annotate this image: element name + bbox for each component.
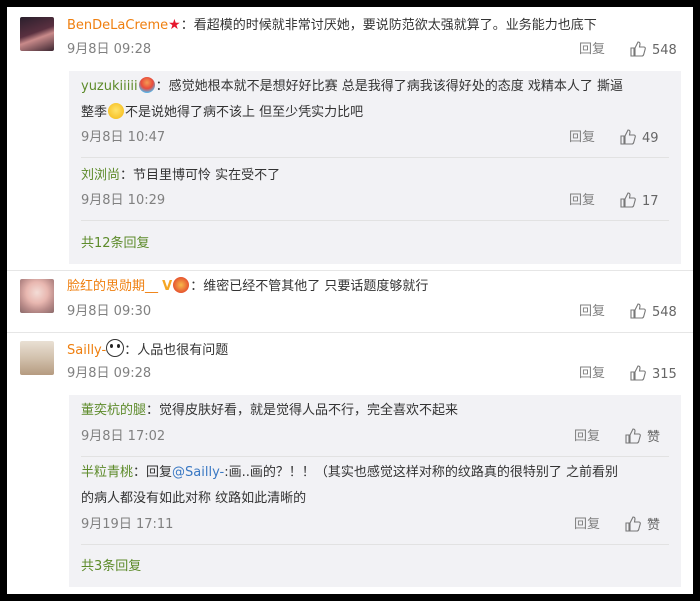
reply-body-cont: 的病人都没有如此对称 纹路如此清晰的 xyxy=(81,491,307,506)
timestamp: 9月8日 10:29 xyxy=(81,193,166,208)
mention-link[interactable]: @Sailly- xyxy=(172,465,224,480)
reply-button[interactable]: 回复 xyxy=(579,303,605,321)
timestamp: 9月19日 17:11 xyxy=(81,517,174,532)
lightbulb-badge-icon xyxy=(138,77,155,93)
thumbs-up-icon xyxy=(630,41,646,57)
thumbs-up-icon xyxy=(625,516,641,532)
avatar[interactable] xyxy=(20,341,54,375)
reply-button[interactable]: 回复 xyxy=(574,516,600,534)
like-label: 赞 xyxy=(647,430,661,445)
timestamp: 9月8日 17:02 xyxy=(81,429,166,444)
reply-text: ：感觉她根本就不是想好好比赛 总是我得了病我该得好处的态度 戏精本人了 撕逼 xyxy=(155,79,623,94)
thumbs-up-icon xyxy=(630,365,646,381)
divider xyxy=(81,220,669,221)
username-link[interactable]: yuzukiiiii xyxy=(81,79,138,94)
reply-text: ：觉得皮肤好看，就是觉得人品不行，完全喜欢不起来 xyxy=(146,403,459,418)
comment-body: 脸红的思勋期__ V ：维密已经不管其他了 只要话题度够就行 xyxy=(67,277,428,296)
divider xyxy=(81,456,669,457)
reply-body: yuzukiiiii ：感觉她根本就不是想好好比赛 总是我得了病我该得好处的态度 … xyxy=(81,77,623,96)
username-link[interactable]: Sailly- xyxy=(67,343,106,358)
comment-panel: BenDeLaCreme★：看超模的时候就非常讨厌她，要说防范欲太强就算了。业务… xyxy=(7,7,693,594)
reply-text: 整季 xyxy=(81,105,108,120)
more-replies-link[interactable]: 共3条回复 xyxy=(81,555,141,574)
like-label: 赞 xyxy=(647,518,661,533)
like-button[interactable]: 548 xyxy=(630,303,677,322)
verified-v-icon: V xyxy=(162,279,173,294)
reply-body: 董奕杭的腿：觉得皮肤好看，就是觉得人品不行，完全喜欢不起来 xyxy=(81,402,458,420)
reply-button[interactable]: 回复 xyxy=(574,428,600,446)
username-link[interactable]: BenDeLaCreme xyxy=(67,18,168,33)
reply-text: :画..画的？！！（其实也感觉这样对称的纹路真的很特别了 之前看别 xyxy=(224,465,619,480)
like-count: 548 xyxy=(652,305,677,320)
timestamp: 9月8日 10:47 xyxy=(81,130,166,145)
reply-text: ：回复 xyxy=(133,465,173,480)
divider xyxy=(81,157,669,158)
thumbs-up-icon xyxy=(620,129,636,145)
avatar[interactable] xyxy=(20,17,54,51)
thinking-emoji-icon xyxy=(108,103,125,119)
reply-button[interactable]: 回复 xyxy=(569,129,595,147)
sub-replies: 董奕杭的腿：觉得皮肤好看，就是觉得人品不行，完全喜欢不起来 9月8日 17:02… xyxy=(69,395,681,587)
username-link[interactable]: 董奕杭的腿 xyxy=(81,403,146,418)
comment-text: ：维密已经不管其他了 只要话题度够就行 xyxy=(190,279,429,294)
reply-text: ：节目里博可怜 实在受不了 xyxy=(120,168,281,183)
username-link[interactable]: 刘浏尚 xyxy=(81,168,120,183)
like-count: 17 xyxy=(642,194,659,209)
star-badge-icon: ★ xyxy=(168,17,181,33)
username-link[interactable]: 脸红的思勋期__ xyxy=(67,279,158,294)
comment-body: BenDeLaCreme★：看超模的时候就非常讨厌她，要说防范欲太强就算了。业务… xyxy=(67,16,597,35)
like-button[interactable]: 49 xyxy=(620,129,659,148)
divider xyxy=(81,544,669,545)
sub-replies: yuzukiiiii ：感觉她根本就不是想好好比赛 总是我得了病我该得好处的态度 … xyxy=(69,71,681,264)
like-button[interactable]: 315 xyxy=(630,365,677,384)
panda-emoji-icon xyxy=(106,339,125,357)
comment-body: Sailly- ：人品也很有问题 xyxy=(67,339,228,360)
username-link[interactable]: 半粒青桃 xyxy=(81,465,133,480)
comment-text: ：人品也很有问题 xyxy=(124,343,229,358)
timestamp: 9月8日 09:30 xyxy=(67,304,152,319)
reply-text: 不是说她得了病不该上 但至少凭实力比吧 xyxy=(125,105,364,120)
reply-button[interactable]: 回复 xyxy=(579,41,605,59)
reply-button[interactable]: 回复 xyxy=(569,192,595,210)
reply-body: 刘浏尚：节目里博可怜 实在受不了 xyxy=(81,167,280,185)
thumbs-up-icon xyxy=(625,428,641,444)
thumbs-up-icon xyxy=(620,192,636,208)
like-button[interactable]: 赞 xyxy=(625,428,660,447)
like-count: 548 xyxy=(652,43,677,58)
timestamp: 9月8日 09:28 xyxy=(67,42,152,57)
more-replies-link[interactable]: 共12条回复 xyxy=(81,232,150,251)
badge-icon xyxy=(173,277,190,293)
timestamp: 9月8日 09:28 xyxy=(67,366,152,381)
reply-body: 半粒青桃：回复@Sailly-:画..画的？！！（其实也感觉这样对称的纹路真的很… xyxy=(81,464,618,482)
comment-text: ：看超模的时候就非常讨厌她，要说防范欲太强就算了。业务能力也底下 xyxy=(180,18,597,33)
reply-button[interactable]: 回复 xyxy=(579,365,605,383)
like-button[interactable]: 17 xyxy=(620,192,659,211)
like-count: 315 xyxy=(652,367,677,382)
avatar[interactable] xyxy=(20,279,54,313)
like-button[interactable]: 548 xyxy=(630,41,677,60)
reply-body-cont: 整季 不是说她得了病不该上 但至少凭实力比吧 xyxy=(81,103,363,122)
thumbs-up-icon xyxy=(630,303,646,319)
divider xyxy=(7,270,693,271)
divider xyxy=(7,332,693,333)
like-count: 49 xyxy=(642,131,659,146)
like-button[interactable]: 赞 xyxy=(625,516,660,535)
